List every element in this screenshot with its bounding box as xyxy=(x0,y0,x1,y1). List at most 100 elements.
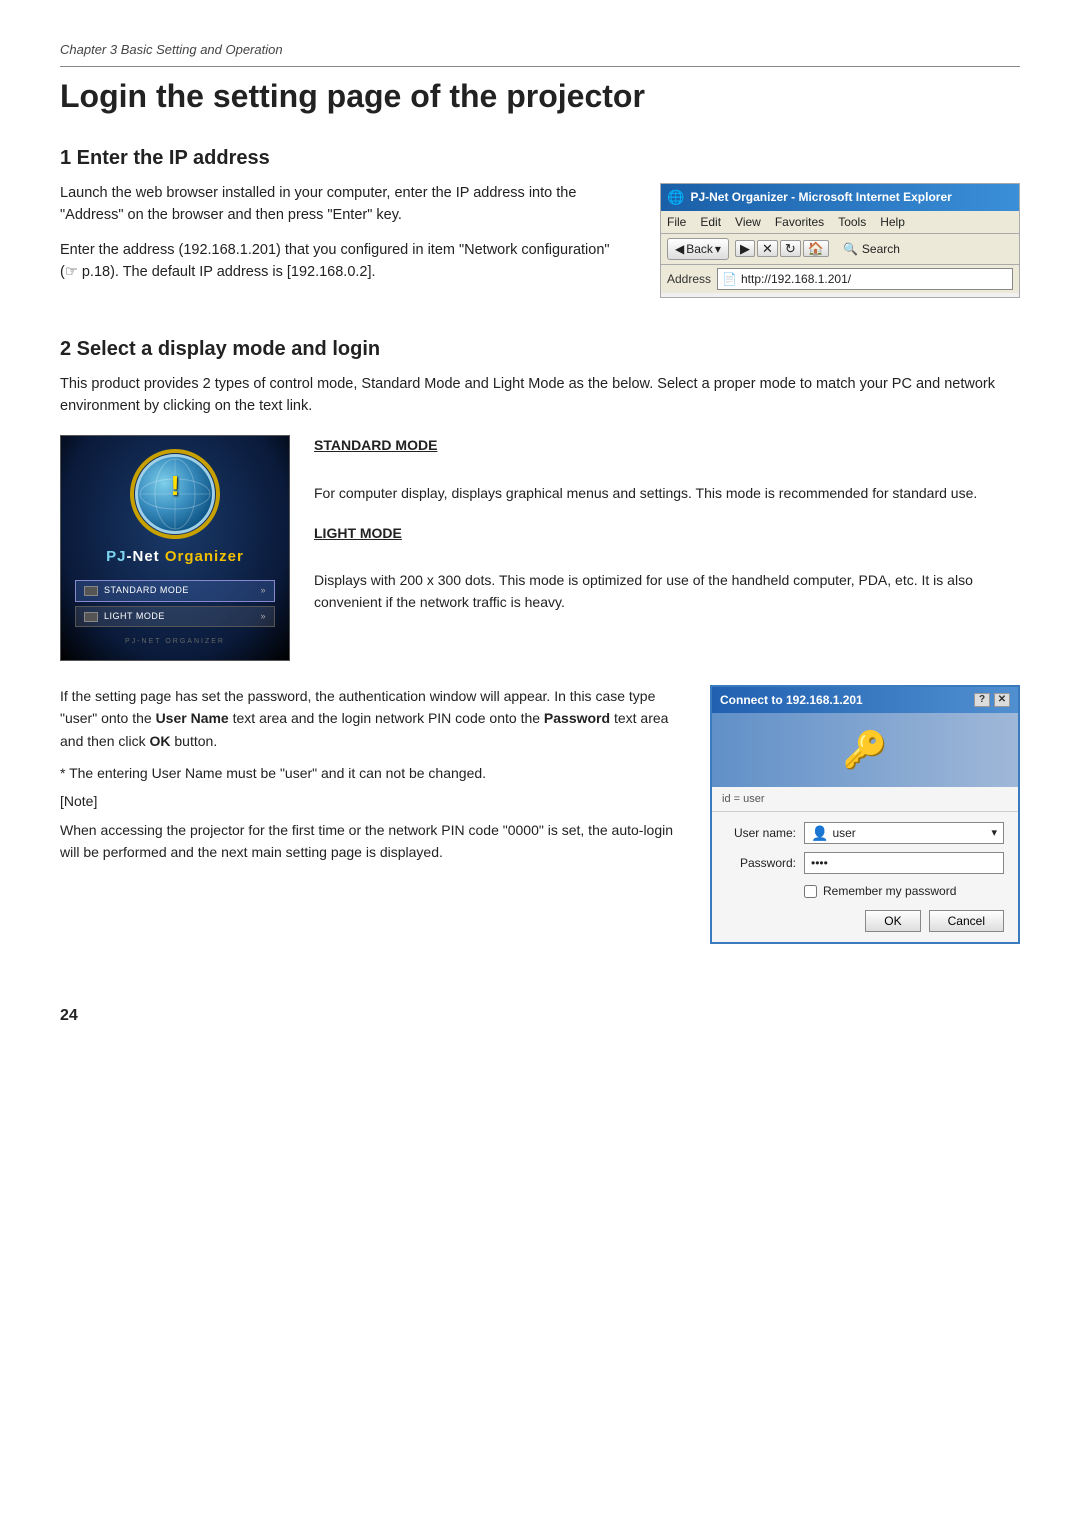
password-value: •••• xyxy=(811,854,828,872)
ok-label: OK xyxy=(884,914,901,928)
stop-button[interactable]: ✕ xyxy=(757,240,778,257)
standard-mode-desc-block: STANDARD MODE For computer display, disp… xyxy=(314,435,1020,504)
section1-para1: Launch the web browser installed in your… xyxy=(60,183,628,227)
section1-para2: Enter the address (192.168.1.201) that y… xyxy=(60,240,628,284)
menu-file[interactable]: File xyxy=(667,213,686,231)
browser-title-text: PJ-Net Organizer - Microsoft Internet Ex… xyxy=(690,188,951,206)
browser-toolbar-icons: ▶ ✕ ↻ 🏠 xyxy=(735,240,829,257)
browser-title-bar: 🌐 PJ-Net Organizer - Microsoft Internet … xyxy=(661,184,1019,211)
light-mode-arrow: » xyxy=(260,610,266,624)
username-dropdown-icon: ▾ xyxy=(991,825,997,842)
back-label: Back xyxy=(686,240,713,258)
browser-icon: 🌐 xyxy=(667,187,684,208)
page-icon: 📄 xyxy=(722,270,737,288)
password-row: Password: •••• xyxy=(726,852,1004,874)
menu-view[interactable]: View xyxy=(735,213,761,231)
ok-bold: OK xyxy=(150,733,171,749)
menu-favorites[interactable]: Favorites xyxy=(775,213,824,231)
modes-container: ! PJ-Net Organizer STANDARD MODE » xyxy=(60,435,1020,661)
cancel-button[interactable]: Cancel xyxy=(929,910,1004,932)
note-para: When accessing the projector for the fir… xyxy=(60,819,678,864)
standard-mode-arrow: » xyxy=(260,584,266,598)
login-dialog-id-row: id = user xyxy=(712,787,1018,813)
light-mode-heading[interactable]: LIGHT MODE xyxy=(314,523,1020,544)
username-value: user xyxy=(832,824,855,842)
pj-modes-list: STANDARD MODE » LIGHT MODE » xyxy=(75,580,275,631)
auth-para1: If the setting page has set the password… xyxy=(60,685,678,752)
remember-row: Remember my password xyxy=(726,882,1004,900)
pj-logo-area: ! xyxy=(135,454,215,542)
home-button[interactable]: 🏠 xyxy=(803,240,829,257)
pj-brand-net: Net xyxy=(132,548,164,565)
note-section: * The entering User Name must be "user" … xyxy=(60,762,678,864)
light-mode-desc-sep xyxy=(314,550,318,567)
standard-mode-label: STANDARD MODE xyxy=(104,584,189,598)
ok-button[interactable]: OK xyxy=(865,910,920,932)
key-icon: 🔑 xyxy=(843,723,888,777)
pj-light-mode-item[interactable]: LIGHT MODE » xyxy=(75,606,275,628)
refresh-button[interactable]: ↻ xyxy=(780,240,801,257)
pj-globe: ! xyxy=(135,454,215,534)
address-label: Address xyxy=(667,270,711,288)
pj-brand-name: PJ-Net Organizer xyxy=(106,546,244,569)
login-dialog-title: Connect to 192.168.1.201 ? ✕ xyxy=(712,687,1018,713)
password-label: Password: xyxy=(726,854,796,872)
address-input[interactable]: 📄 http://192.168.1.201/ xyxy=(717,268,1013,290)
pj-globe-wrapper: ! xyxy=(135,454,215,534)
browser-menu-bar: File Edit View Favorites Tools Help xyxy=(661,211,1019,234)
note-label: [Note] xyxy=(60,790,678,812)
dialog-close-btn[interactable]: ✕ xyxy=(994,693,1010,707)
menu-help[interactable]: Help xyxy=(880,213,905,231)
remember-label: Remember my password xyxy=(823,882,956,900)
standard-mode-heading[interactable]: STANDARD MODE xyxy=(314,435,1020,456)
login-dialog-form: User name: 👤 user ▾ Password: •••• Remem xyxy=(712,812,1018,942)
username-label: User name: xyxy=(726,824,796,842)
top-divider xyxy=(60,66,1020,67)
light-mode-desc-row: LIGHT MODE Displays with 200 x 300 dots.… xyxy=(314,523,1020,614)
section1-text: Launch the web browser installed in your… xyxy=(60,183,628,298)
auth-text: If the setting page has set the password… xyxy=(60,685,678,945)
menu-tools[interactable]: Tools xyxy=(838,213,866,231)
section1-content: Launch the web browser installed in your… xyxy=(60,183,1020,298)
menu-edit[interactable]: Edit xyxy=(700,213,721,231)
username-row: User name: 👤 user ▾ xyxy=(726,822,1004,844)
note-asterisk: * The entering User Name must be "user" … xyxy=(60,762,678,784)
browser-toolbar: ◀ Back ▾ ▶ ✕ ↻ 🏠 🔍 Search xyxy=(661,234,1019,265)
section1-title: 1 Enter the IP address xyxy=(60,143,1020,173)
pj-standard-mode-item[interactable]: STANDARD MODE » xyxy=(75,580,275,602)
modes-descriptions: STANDARD MODE For computer display, disp… xyxy=(314,435,1020,661)
dialog-help-btn[interactable]: ? xyxy=(974,693,990,707)
pj-footer: PJ-NET ORGANIZER xyxy=(125,637,225,648)
dialog-title-text: Connect to 192.168.1.201 xyxy=(720,691,863,709)
section2-intro: This product provides 2 types of control… xyxy=(60,374,1020,418)
light-mode-desc-text: Displays with 200 x 300 dots. This mode … xyxy=(314,570,1020,613)
cancel-label: Cancel xyxy=(948,914,985,928)
pj-screenshot: ! PJ-Net Organizer STANDARD MODE » xyxy=(60,435,290,661)
username-input[interactable]: 👤 user ▾ xyxy=(804,822,1004,844)
page-number: 24 xyxy=(60,1004,1020,1028)
auth-section: If the setting page has set the password… xyxy=(60,685,1020,945)
user-icon: 👤 xyxy=(811,823,828,844)
search-icon: 🔍 xyxy=(843,240,858,258)
standard-mode-icon xyxy=(84,586,98,596)
user-name-bold: User Name xyxy=(156,710,229,726)
remember-checkbox[interactable] xyxy=(804,885,817,898)
pj-brand-organizer: Organizer xyxy=(165,548,244,565)
browser-address-bar: Address 📄 http://192.168.1.201/ xyxy=(661,265,1019,293)
section2-title: 2 Select a display mode and login xyxy=(60,334,1020,364)
forward-button[interactable]: ▶ xyxy=(735,240,755,257)
back-button[interactable]: ◀ Back ▾ xyxy=(667,238,729,260)
light-mode-icon xyxy=(84,612,98,622)
browser-screenshot: 🌐 PJ-Net Organizer - Microsoft Internet … xyxy=(660,183,1020,298)
login-dialog-icon-row: 🔑 xyxy=(712,713,1018,787)
standard-mode-desc-text: For computer display, displays graphical… xyxy=(314,483,1020,505)
exclamation-icon: ! xyxy=(170,465,179,507)
dialog-btn-row: OK Cancel xyxy=(726,910,1004,932)
standard-mode-desc-row: STANDARD MODE For computer display, disp… xyxy=(314,435,1020,504)
password-input[interactable]: •••• xyxy=(804,852,1004,874)
light-mode-label: LIGHT MODE xyxy=(104,610,165,624)
back-dropdown-icon: ▾ xyxy=(715,240,721,258)
login-dialog: Connect to 192.168.1.201 ? ✕ 🔑 id = user… xyxy=(710,685,1020,945)
standard-mode-desc-sep xyxy=(314,462,318,479)
pj-inner: ! PJ-Net Organizer STANDARD MODE » xyxy=(61,436,289,660)
